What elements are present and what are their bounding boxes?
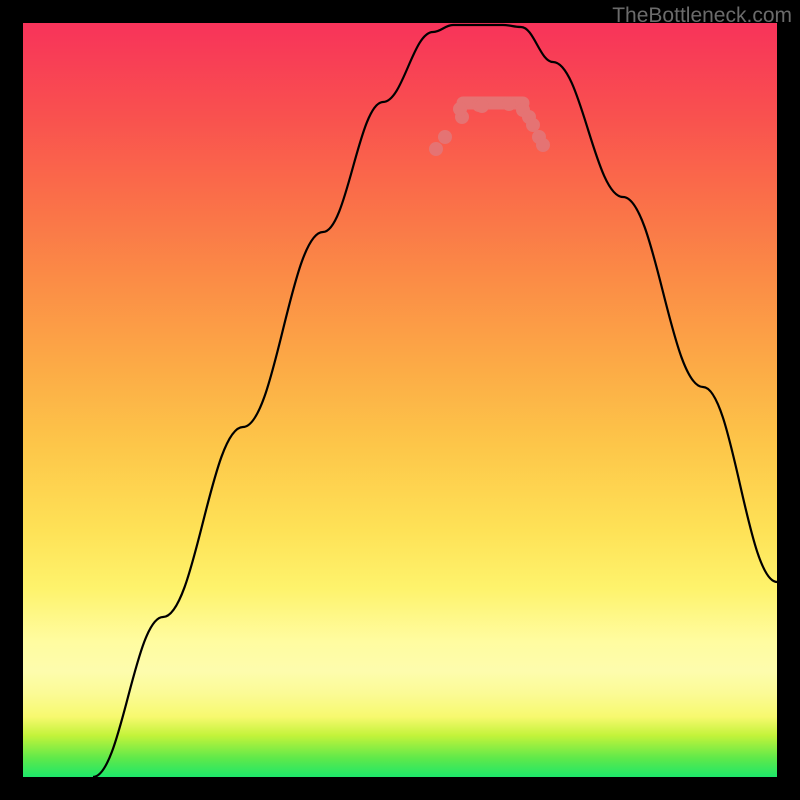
marker-left-cluster-4 [453,102,467,116]
marker-right-cluster-6 [536,138,550,152]
chart-svg [23,23,777,777]
marker-right-cluster-4 [526,118,540,132]
watermark-text: TheBottleneck.com [612,4,792,28]
marker-left-cluster-1 [429,142,443,156]
chart-plot-area [23,23,777,777]
marker-left-cluster-2 [438,130,452,144]
marker-right-cluster-1 [502,97,516,111]
marker-left-cluster-6 [475,99,489,113]
bottleneck-curve [93,25,777,777]
